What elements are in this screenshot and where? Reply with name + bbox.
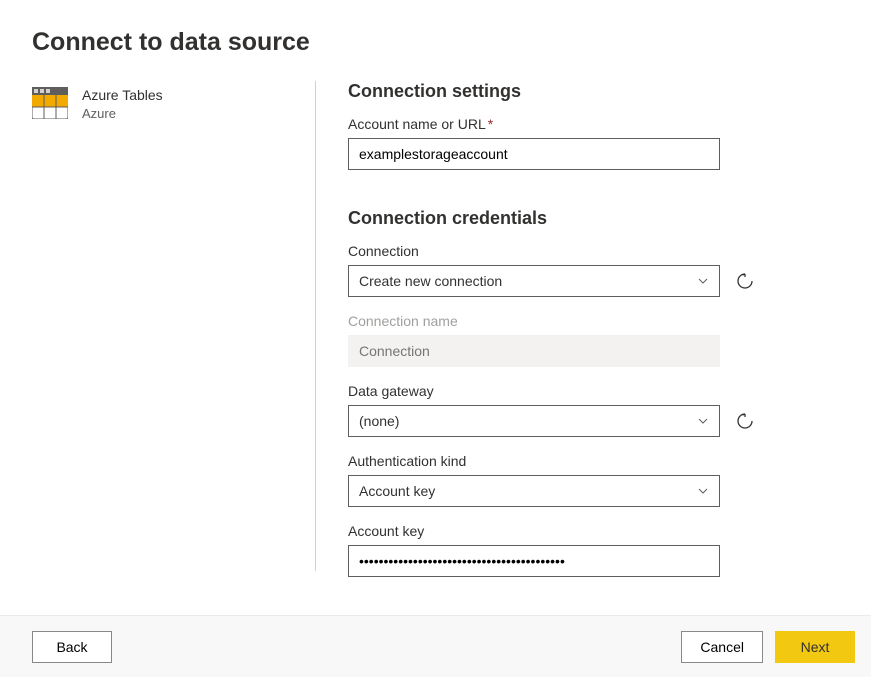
account-url-input[interactable] <box>348 138 720 170</box>
refresh-connection-button[interactable] <box>734 270 756 292</box>
connection-select[interactable]: Create new connection <box>348 265 720 297</box>
source-title: Azure Tables <box>82 87 163 104</box>
gateway-select-value: (none) <box>359 413 399 429</box>
vertical-divider <box>315 81 316 571</box>
connection-select-value: Create new connection <box>359 273 502 289</box>
page-title: Connect to data source <box>0 0 871 65</box>
chevron-down-icon <box>697 485 709 497</box>
next-button[interactable]: Next <box>775 631 855 663</box>
connection-name-label: Connection name <box>348 313 778 329</box>
auth-kind-select[interactable]: Account key <box>348 475 720 507</box>
content-area: Azure Tables Azure Connection settings A… <box>0 65 871 595</box>
required-asterisk: * <box>488 116 493 132</box>
form-panel: Connection settings Account name or URL*… <box>348 81 778 595</box>
chevron-down-icon <box>697 415 709 427</box>
back-button[interactable]: Back <box>32 631 112 663</box>
source-subtitle: Azure <box>82 106 163 121</box>
source-panel: Azure Tables Azure <box>32 81 315 595</box>
chevron-down-icon <box>697 275 709 287</box>
account-key-label: Account key <box>348 523 778 539</box>
connection-credentials-header: Connection credentials <box>348 208 778 229</box>
account-url-label: Account name or URL* <box>348 116 778 132</box>
gateway-label: Data gateway <box>348 383 778 399</box>
auth-kind-label: Authentication kind <box>348 453 778 469</box>
footer-bar: Back Cancel Next <box>0 615 871 677</box>
account-key-input[interactable] <box>348 545 720 577</box>
auth-kind-select-value: Account key <box>359 483 435 499</box>
connection-name-input <box>348 335 720 367</box>
connection-label: Connection <box>348 243 778 259</box>
azure-tables-icon <box>32 87 68 119</box>
connection-settings-header: Connection settings <box>348 81 778 102</box>
gateway-select[interactable]: (none) <box>348 405 720 437</box>
cancel-button[interactable]: Cancel <box>681 631 763 663</box>
refresh-gateway-button[interactable] <box>734 410 756 432</box>
